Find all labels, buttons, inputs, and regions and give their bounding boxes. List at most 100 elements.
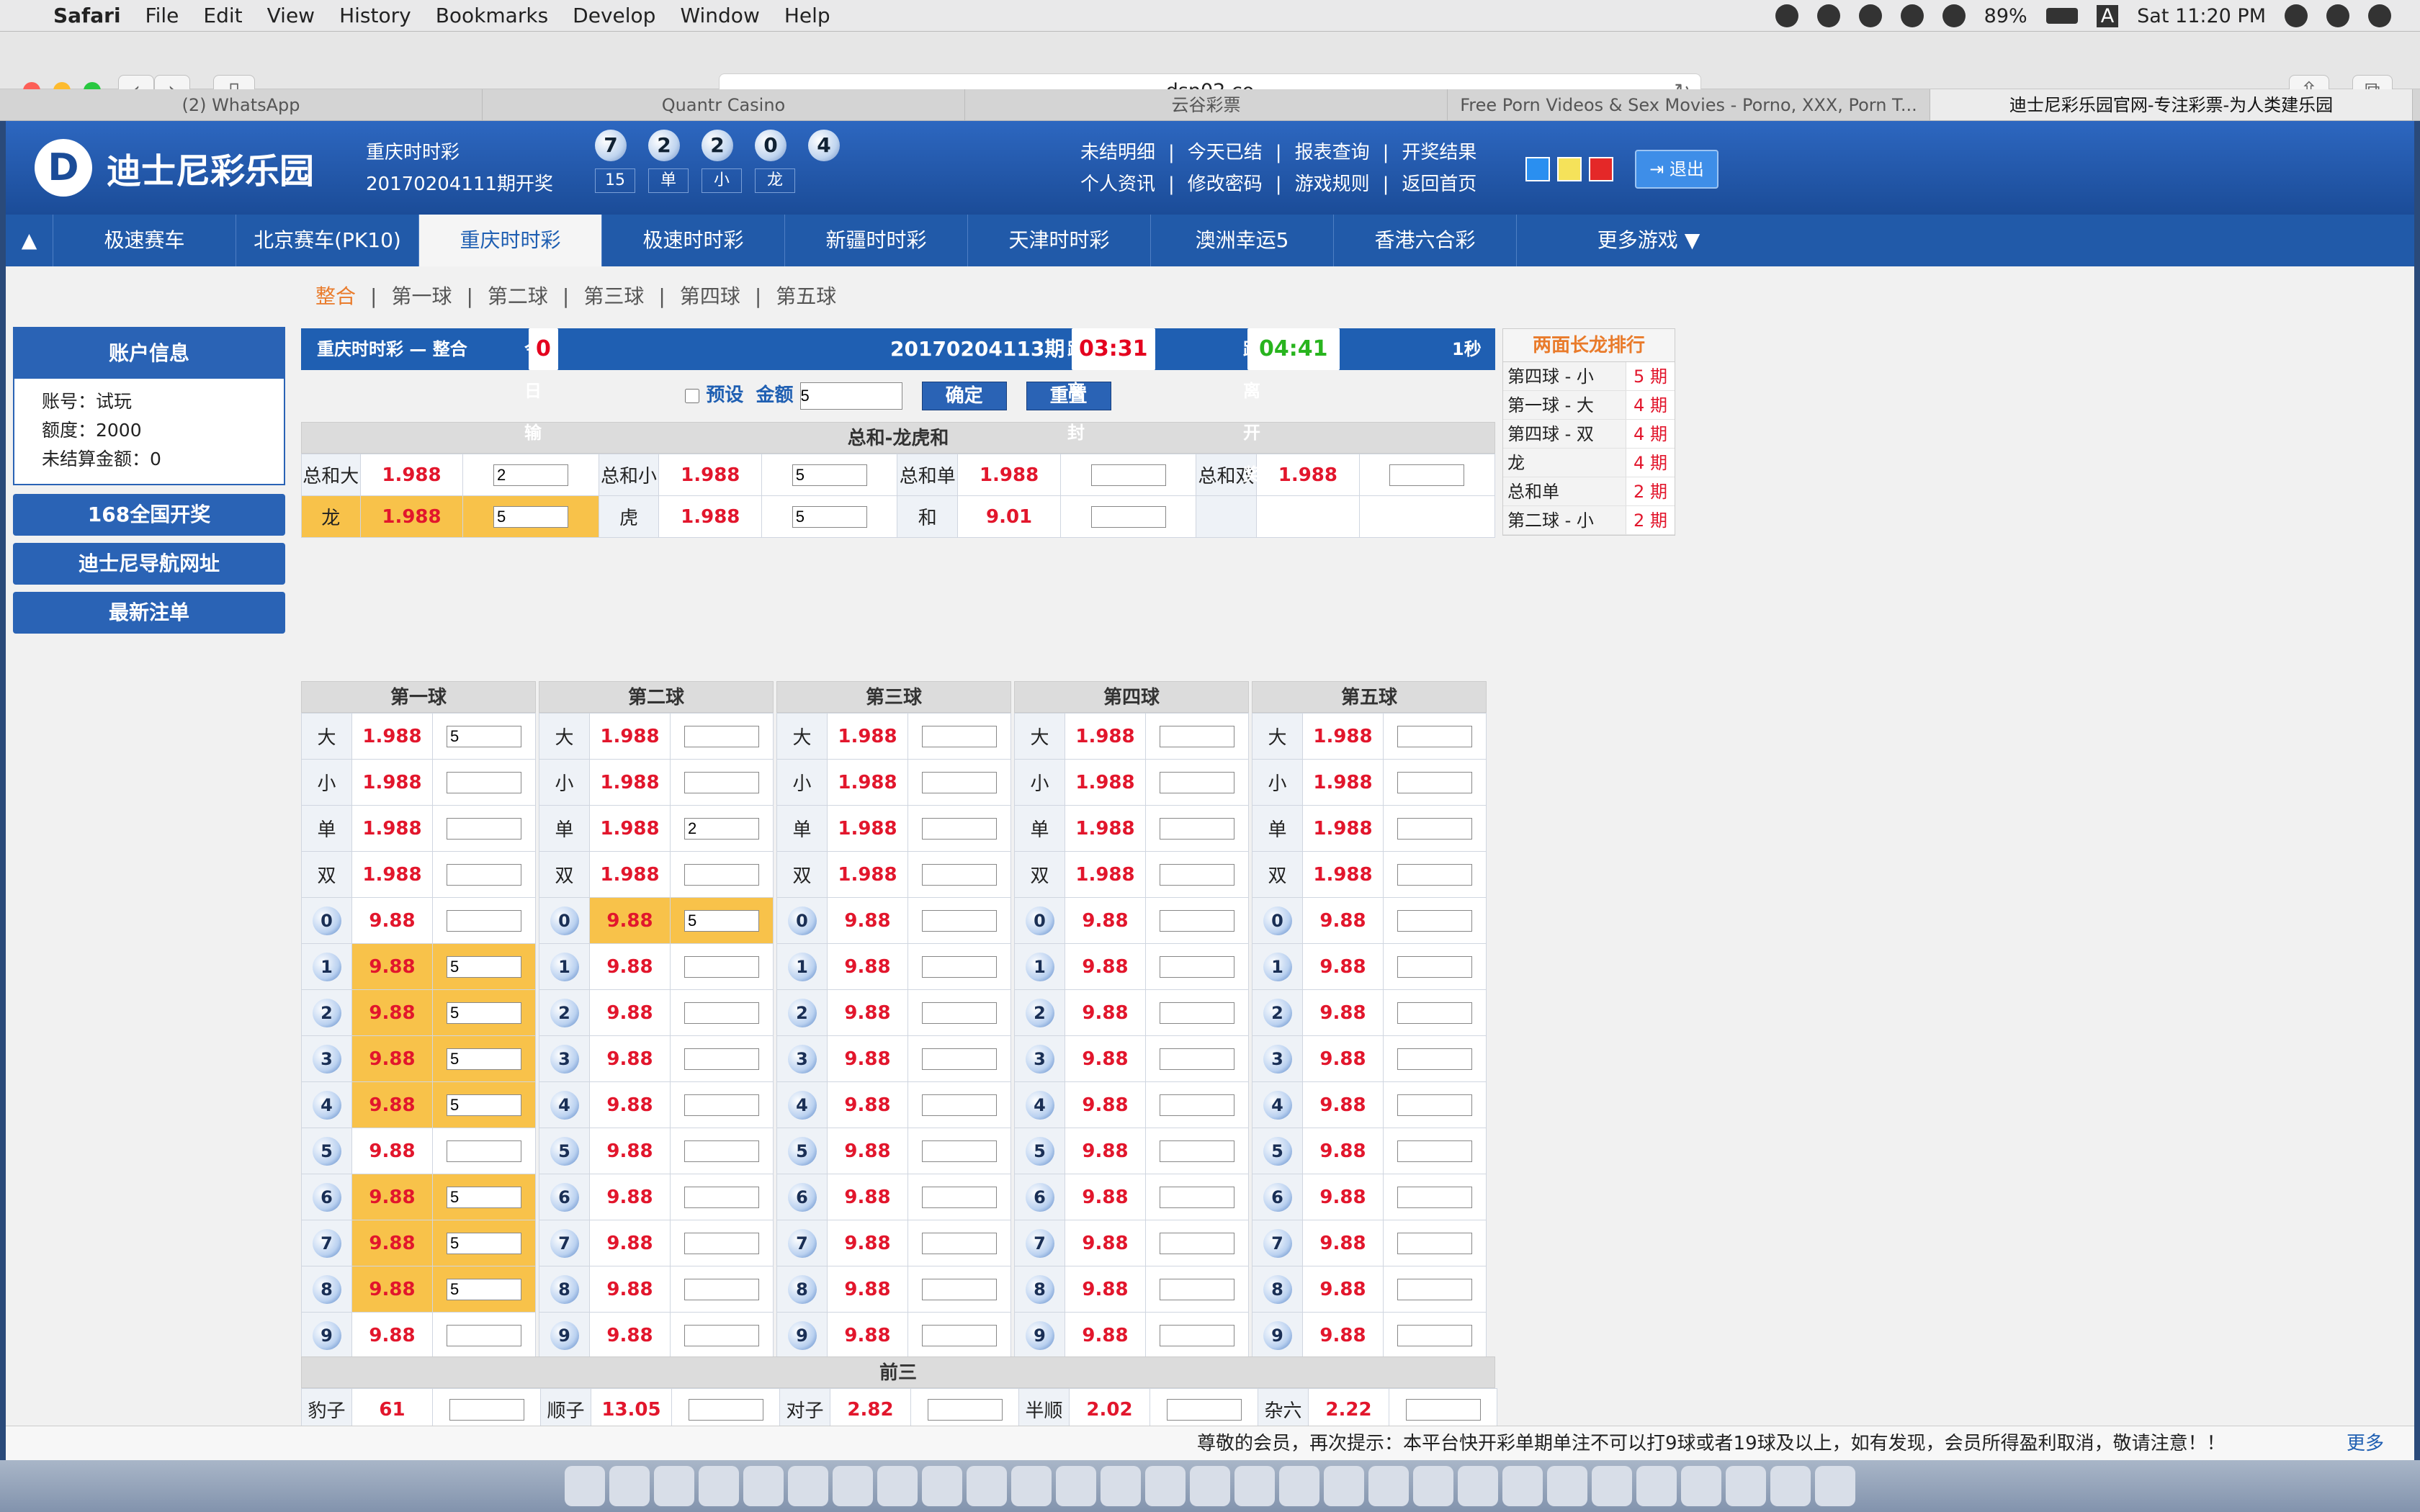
bet-odds[interactable]: 1.988: [589, 805, 671, 852]
bet-amount-input[interactable]: [1397, 1233, 1472, 1254]
subnav-item[interactable]: 第三球: [583, 284, 644, 308]
bet-amount-input[interactable]: [447, 1325, 521, 1346]
bet-amount-input[interactable]: [684, 1140, 759, 1162]
bet-odds[interactable]: 9.88: [1065, 1035, 1146, 1082]
bet-amount-input[interactable]: [684, 864, 759, 886]
dock-app-icon[interactable]: [1190, 1466, 1230, 1506]
bet-odds[interactable]: 9.88: [1302, 943, 1384, 990]
dock-app-icon[interactable]: [1279, 1466, 1319, 1506]
bet-amount-input[interactable]: [922, 1140, 997, 1162]
bet-amount-input[interactable]: [922, 1048, 997, 1070]
airplay-icon[interactable]: [1942, 4, 1966, 27]
tab-whatsapp[interactable]: (2) WhatsApp: [0, 89, 483, 120]
bet-odds[interactable]: 9.88: [1065, 1266, 1146, 1313]
bet-odds[interactable]: 1.988: [1065, 851, 1146, 898]
bet-odds[interactable]: 1.988: [1255, 454, 1360, 496]
menu-develop[interactable]: Develop: [573, 4, 655, 27]
confirm-button[interactable]: 确定: [921, 381, 1007, 410]
bet-odds[interactable]: 9.88: [1065, 1081, 1146, 1128]
bet-odds[interactable]: 9.01: [957, 495, 1061, 538]
dock-app-icon[interactable]: [877, 1466, 918, 1506]
bet-amount-input[interactable]: [684, 1325, 759, 1346]
bet-amount-input[interactable]: [922, 1187, 997, 1208]
bet-amount-input[interactable]: [1397, 864, 1472, 886]
bet-odds[interactable]: 9.88: [1065, 1128, 1146, 1174]
bet-odds[interactable]: 9.88: [351, 1081, 433, 1128]
link-profile[interactable]: 个人资讯: [1080, 174, 1155, 195]
bet-odds[interactable]: 9.88: [1065, 943, 1146, 990]
nav-chongqing[interactable]: 重庆时时彩: [419, 215, 602, 266]
bet-odds[interactable]: 9.88: [827, 1081, 908, 1128]
bet-odds[interactable]: 9.88: [589, 989, 671, 1036]
bet-odds[interactable]: 1.988: [1302, 851, 1384, 898]
link-unsettled[interactable]: 未结明细: [1080, 142, 1155, 163]
nav-jisu-ssc[interactable]: 极速时时彩: [602, 215, 785, 266]
bet-odds[interactable]: 1.988: [957, 454, 1061, 496]
bet-amount-input[interactable]: [1160, 1094, 1234, 1116]
bet-odds[interactable]: 1.988: [359, 495, 464, 538]
nav-jisu-racing[interactable]: 极速赛车: [53, 215, 236, 266]
bet-amount-input[interactable]: [684, 1233, 759, 1254]
bet-amount-input[interactable]: [792, 506, 867, 528]
bet-odds[interactable]: 9.88: [827, 989, 908, 1036]
bet-amount-input[interactable]: [1090, 506, 1166, 528]
menu-window[interactable]: Window: [680, 4, 759, 27]
bet-amount-input[interactable]: [1397, 726, 1472, 747]
battery-icon[interactable]: [2045, 8, 2078, 24]
bet-amount-input[interactable]: [684, 818, 759, 840]
dock-app-icon[interactable]: [699, 1466, 739, 1506]
dock-app-icon[interactable]: [1368, 1466, 1409, 1506]
bet-amount-input[interactable]: [1160, 772, 1234, 793]
bet-odds[interactable]: 1.988: [359, 454, 464, 496]
bet-odds[interactable]: 1.988: [827, 805, 908, 852]
bet-odds[interactable]: 1.988: [351, 851, 433, 898]
bet-amount-input[interactable]: [922, 818, 997, 840]
bet-amount-input[interactable]: [927, 1399, 1003, 1421]
input-source[interactable]: A: [2096, 4, 2119, 27]
dock-app-icon[interactable]: [609, 1466, 650, 1506]
bet-odds[interactable]: 9.88: [351, 1174, 433, 1220]
bet-odds[interactable]: 1.988: [827, 759, 908, 806]
dock-app-icon[interactable]: [1056, 1466, 1096, 1506]
bet-amount-input[interactable]: [447, 1187, 521, 1208]
bet-amount-input[interactable]: [1160, 1187, 1234, 1208]
dock-app-icon[interactable]: [1770, 1466, 1811, 1506]
nav-aus-lucky5[interactable]: 澳洲幸运5: [1151, 215, 1334, 266]
bet-odds[interactable]: 9.88: [827, 1035, 908, 1082]
bet-amount-input[interactable]: [447, 726, 521, 747]
bet-amount-input[interactable]: [1397, 1140, 1472, 1162]
bet-amount-input[interactable]: [493, 506, 568, 528]
bet-odds[interactable]: 1.988: [351, 713, 433, 760]
bet-odds[interactable]: 9.88: [351, 1220, 433, 1266]
bet-amount-input[interactable]: [1397, 1002, 1472, 1024]
bet-amount-input[interactable]: [1160, 1048, 1234, 1070]
bell-icon[interactable]: [1775, 4, 1798, 27]
nav-hk-mark-six[interactable]: 香港六合彩: [1334, 215, 1517, 266]
bet-odds[interactable]: 1.988: [589, 851, 671, 898]
bet-amount-input[interactable]: [922, 1279, 997, 1300]
bet-amount-input[interactable]: [684, 1279, 759, 1300]
bluetooth-icon[interactable]: [1858, 4, 1882, 27]
bet-amount-input[interactable]: [447, 956, 521, 978]
nav-xinjiang[interactable]: 新疆时时彩: [785, 215, 968, 266]
bet-amount-input[interactable]: [922, 1002, 997, 1024]
spotlight-icon[interactable]: [2285, 4, 2308, 27]
bet-odds[interactable]: 9.88: [827, 1128, 908, 1174]
bet-amount-input[interactable]: [447, 1048, 521, 1070]
bet-odds[interactable]: 1.988: [1065, 805, 1146, 852]
clock[interactable]: Sat 11:20 PM: [2137, 5, 2266, 27]
bet-odds[interactable]: 1.988: [658, 454, 763, 496]
collapse-icon[interactable]: ▲: [6, 215, 53, 266]
bet-amount-input[interactable]: [1397, 1094, 1472, 1116]
bet-amount-input[interactable]: [447, 1279, 521, 1300]
bet-amount-input[interactable]: [1389, 464, 1465, 486]
bet-amount-input[interactable]: [1160, 1279, 1234, 1300]
bet-odds[interactable]: 9.88: [589, 1174, 671, 1220]
dock-app-icon[interactable]: [1234, 1466, 1275, 1506]
bet-amount-input[interactable]: [684, 726, 759, 747]
bet-amount-input[interactable]: [922, 772, 997, 793]
site-logo[interactable]: D 迪士尼彩乐园: [35, 135, 314, 200]
bet-odds[interactable]: 13.05: [591, 1388, 672, 1431]
theme-red-swatch[interactable]: [1589, 157, 1613, 181]
bet-odds[interactable]: 9.88: [827, 1312, 908, 1359]
